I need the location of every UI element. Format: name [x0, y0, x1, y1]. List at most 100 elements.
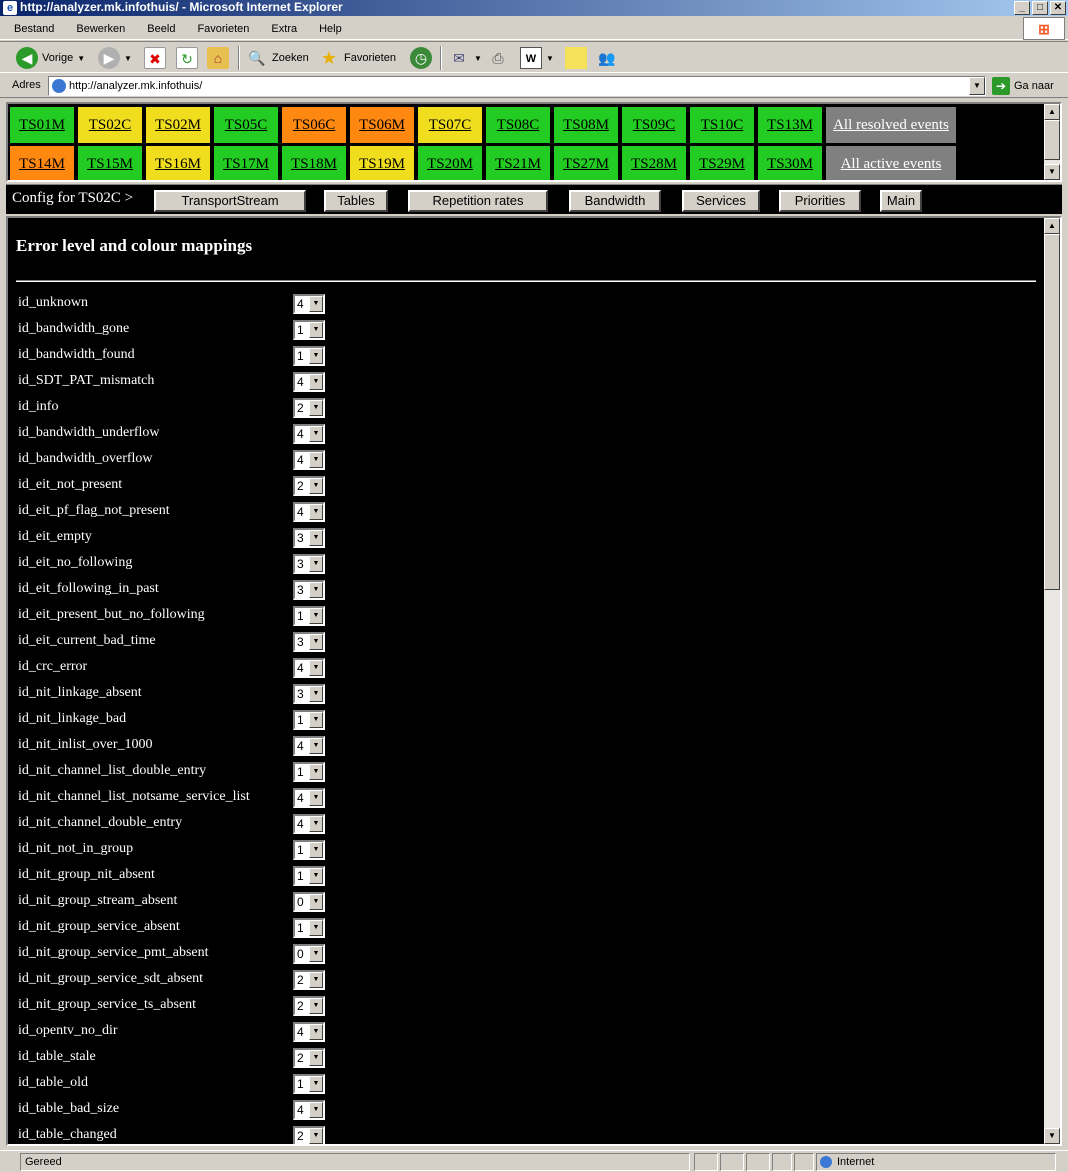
- main-button[interactable]: Main: [880, 190, 922, 212]
- chevron-down-icon[interactable]: ▼: [309, 374, 323, 390]
- home-button[interactable]: ⌂: [207, 46, 229, 70]
- chevron-down-icon[interactable]: ▼: [309, 1128, 323, 1144]
- error-level-select[interactable]: 2 ▼: [293, 970, 325, 990]
- error-level-select[interactable]: 2 ▼: [293, 1048, 325, 1068]
- repetition-rates-button[interactable]: Repetition rates: [408, 190, 548, 212]
- error-level-select[interactable]: 1 ▼: [293, 606, 325, 626]
- error-level-select[interactable]: 4 ▼: [293, 450, 325, 470]
- print-button[interactable]: ⎙: [487, 46, 509, 70]
- all-active-events-link[interactable]: All active events: [826, 146, 956, 180]
- menu-help[interactable]: Help: [311, 18, 350, 40]
- error-level-select[interactable]: 1 ▼: [293, 866, 325, 886]
- stream-link-ts08c[interactable]: TS08C: [486, 107, 550, 143]
- main-scrollbar[interactable]: ▲ ▼: [1044, 218, 1060, 1144]
- chevron-down-icon[interactable]: ▼: [309, 712, 323, 728]
- chevron-down-icon[interactable]: ▼: [309, 296, 323, 312]
- messenger-button[interactable]: 👥: [596, 46, 618, 70]
- bandwidth-button[interactable]: Bandwidth: [569, 190, 661, 212]
- chevron-down-icon[interactable]: ▼: [309, 452, 323, 468]
- error-level-select[interactable]: 4 ▼: [293, 502, 325, 522]
- scroll-down-icon[interactable]: ▼: [1044, 1128, 1060, 1144]
- chevron-down-icon[interactable]: ▼: [309, 322, 323, 338]
- stream-link-ts29m[interactable]: TS29M: [690, 146, 754, 180]
- stream-link-ts28m[interactable]: TS28M: [622, 146, 686, 180]
- error-level-select[interactable]: 4 ▼: [293, 372, 325, 392]
- error-level-select[interactable]: 2 ▼: [293, 996, 325, 1016]
- all-resolved-events-link[interactable]: All resolved events: [826, 107, 956, 143]
- chevron-down-icon[interactable]: ▼: [309, 686, 323, 702]
- error-level-select[interactable]: 3 ▼: [293, 580, 325, 600]
- chevron-down-icon[interactable]: ▼: [309, 972, 323, 988]
- forward-button[interactable]: ▶ ▼: [98, 46, 132, 70]
- chevron-down-icon[interactable]: ▼: [309, 842, 323, 858]
- error-level-select[interactable]: 4 ▼: [293, 814, 325, 834]
- stream-link-ts01m[interactable]: TS01M: [10, 107, 74, 143]
- error-level-select[interactable]: 1 ▼: [293, 918, 325, 938]
- minimize-button[interactable]: _: [1014, 1, 1030, 15]
- menu-edit[interactable]: Bewerken: [68, 18, 133, 40]
- history-button[interactable]: ◷: [410, 46, 432, 70]
- close-button[interactable]: ✕: [1050, 1, 1066, 15]
- stream-link-ts06m[interactable]: TS06M: [350, 107, 414, 143]
- scroll-thumb[interactable]: [1044, 234, 1060, 590]
- stream-link-ts05c[interactable]: TS05C: [214, 107, 278, 143]
- scroll-down-icon[interactable]: ▼: [1044, 164, 1060, 180]
- error-level-select[interactable]: 1 ▼: [293, 762, 325, 782]
- stream-link-ts06c[interactable]: TS06C: [282, 107, 346, 143]
- menu-favorites[interactable]: Favorieten: [189, 18, 257, 40]
- stream-link-ts09c[interactable]: TS09C: [622, 107, 686, 143]
- stream-link-ts18m[interactable]: TS18M: [282, 146, 346, 180]
- error-level-select[interactable]: 4 ▼: [293, 424, 325, 444]
- tables-button[interactable]: Tables: [324, 190, 388, 212]
- error-level-select[interactable]: 1 ▼: [293, 346, 325, 366]
- error-level-select[interactable]: 4 ▼: [293, 294, 325, 314]
- error-level-select[interactable]: 0 ▼: [293, 944, 325, 964]
- chevron-down-icon[interactable]: ▼: [309, 998, 323, 1014]
- maximize-button[interactable]: □: [1032, 1, 1048, 15]
- chevron-down-icon[interactable]: ▼: [309, 530, 323, 546]
- chevron-down-icon[interactable]: ▼: [309, 868, 323, 884]
- menu-view[interactable]: Beeld: [139, 18, 183, 40]
- stream-link-ts14m[interactable]: TS14M: [10, 146, 74, 180]
- menu-tools[interactable]: Extra: [263, 18, 305, 40]
- chevron-down-icon[interactable]: ▼: [309, 920, 323, 936]
- services-button[interactable]: Services: [682, 190, 760, 212]
- status-frame-scrollbar[interactable]: ▲ ▼: [1044, 104, 1060, 180]
- chevron-down-icon[interactable]: ▼: [309, 1050, 323, 1066]
- edit-dropdown-icon[interactable]: ▼: [546, 54, 554, 63]
- chevron-down-icon[interactable]: ▼: [309, 582, 323, 598]
- stream-link-ts07c[interactable]: TS07C: [418, 107, 482, 143]
- error-level-select[interactable]: 1 ▼: [293, 1074, 325, 1094]
- error-level-select[interactable]: 1 ▼: [293, 320, 325, 340]
- chevron-down-icon[interactable]: ▼: [309, 816, 323, 832]
- error-level-select[interactable]: 3 ▼: [293, 528, 325, 548]
- mail-dropdown-icon[interactable]: ▼: [474, 54, 482, 63]
- chevron-down-icon[interactable]: ▼: [309, 634, 323, 650]
- chevron-down-icon[interactable]: ▼: [309, 400, 323, 416]
- stream-link-ts13m[interactable]: TS13M: [758, 107, 822, 143]
- error-level-select[interactable]: 2 ▼: [293, 398, 325, 418]
- error-level-select[interactable]: 0 ▼: [293, 892, 325, 912]
- mail-button[interactable]: ✉ ▼: [448, 46, 482, 70]
- error-level-select[interactable]: 4 ▼: [293, 736, 325, 756]
- stream-link-ts20m[interactable]: TS20M: [418, 146, 482, 180]
- chevron-down-icon[interactable]: ▼: [309, 1024, 323, 1040]
- priorities-button[interactable]: Priorities: [779, 190, 861, 212]
- chevron-down-icon[interactable]: ▼: [309, 894, 323, 910]
- back-dropdown-icon[interactable]: ▼: [77, 54, 85, 63]
- chevron-down-icon[interactable]: ▼: [309, 660, 323, 676]
- chevron-down-icon[interactable]: ▼: [309, 608, 323, 624]
- scroll-up-icon[interactable]: ▲: [1044, 218, 1060, 234]
- error-level-select[interactable]: 4 ▼: [293, 658, 325, 678]
- chevron-down-icon[interactable]: ▼: [309, 1102, 323, 1118]
- stream-link-ts15m[interactable]: TS15M: [78, 146, 142, 180]
- chevron-down-icon[interactable]: ▼: [309, 478, 323, 494]
- error-level-select[interactable]: 1 ▼: [293, 710, 325, 730]
- chevron-down-icon[interactable]: ▼: [309, 1076, 323, 1092]
- address-dropdown-icon[interactable]: ▼: [969, 77, 985, 95]
- chevron-down-icon[interactable]: ▼: [309, 556, 323, 572]
- stream-link-ts17m[interactable]: TS17M: [214, 146, 278, 180]
- chevron-down-icon[interactable]: ▼: [309, 790, 323, 806]
- stream-link-ts16m[interactable]: TS16M: [146, 146, 210, 180]
- error-level-select[interactable]: 4 ▼: [293, 1100, 325, 1120]
